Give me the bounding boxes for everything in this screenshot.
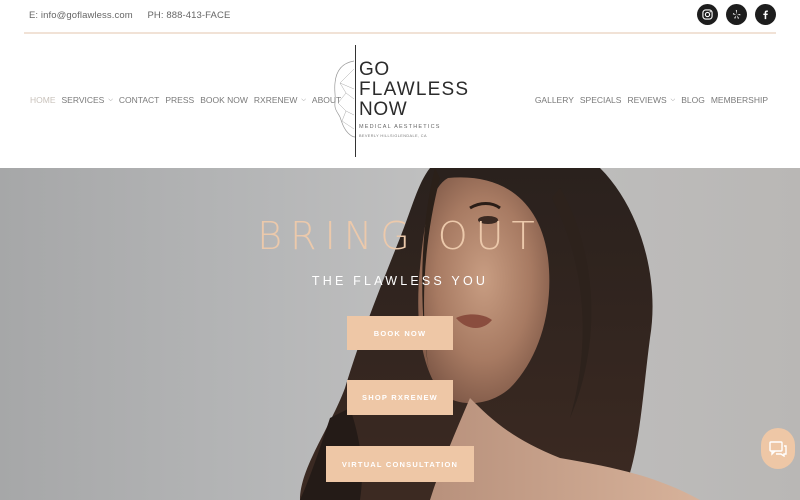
hero-subheadline: THE FLAWLESS YOU	[311, 274, 489, 288]
nav-item-reviews[interactable]: REVIEWS ⌵	[627, 95, 675, 105]
hero-banner: BRING OUT THE FLAWLESS YOU BOOK NOW SHOP…	[0, 168, 800, 500]
chat-button[interactable]	[761, 428, 795, 469]
facebook-icon	[763, 10, 768, 20]
nav-item-label: REVIEWS	[627, 95, 667, 105]
chevron-down-icon: ⌵	[670, 96, 676, 103]
logo-location: BEVERLY HILLS/GLENDALE, CA	[359, 134, 427, 138]
nav-item-label: HOME	[30, 95, 56, 105]
top-bar: E: info@goflawless.com PH: 888-413-FACE	[0, 0, 800, 34]
logo-line-3: NOW	[359, 99, 408, 120]
nav-item-label: BOOK NOW	[200, 95, 248, 105]
yelp-link[interactable]	[726, 4, 747, 25]
phone-link[interactable]: PH: 888-413-FACE	[147, 10, 230, 21]
logo-tagline: MEDICAL AESTHETICS	[359, 124, 441, 130]
email-link[interactable]: E: info@goflawless.com	[29, 10, 133, 21]
social-links	[697, 4, 776, 25]
nav-item-label: GALLERY	[534, 95, 574, 105]
nav-left: HOME SERVICES ⌵ CONTACT PRESS BOOK NOW RX…	[30, 95, 341, 105]
logo-line-1: GO	[359, 59, 390, 80]
shop-rxrenew-button[interactable]: SHOP RXRENEW	[347, 380, 453, 415]
yelp-icon	[732, 9, 741, 19]
instagram-icon	[702, 9, 713, 20]
nav-item-rxrenew[interactable]: RXRENEW ⌵	[254, 95, 306, 105]
logo-divider	[355, 45, 357, 157]
nav-item-label: SPECIALS	[579, 95, 622, 105]
chat-bubble-icon	[769, 440, 787, 457]
facebook-link[interactable]	[755, 4, 776, 25]
nav-item-home[interactable]: HOME	[30, 95, 56, 105]
nav-item-label: CONTACT	[118, 95, 160, 105]
logo-wordmark: GO FLAWLESS NOW MEDICAL AESTHETICS BEVER…	[359, 59, 470, 139]
nav-item-label: RXRENEW	[253, 95, 298, 105]
nav-item-specials[interactable]: SPECIALS	[580, 95, 622, 105]
book-now-button[interactable]: BOOK NOW	[347, 316, 453, 350]
hero-headline: BRING OUT	[257, 214, 543, 258]
face-outline-icon	[334, 60, 356, 138]
nav-right: GALLERY SPECIALS REVIEWS ⌵ BLOG MEMBERSHI…	[535, 95, 768, 105]
nav-item-gallery[interactable]: GALLERY	[535, 95, 574, 105]
nav-item-label: BLOG	[681, 95, 705, 105]
chevron-down-icon: ⌵	[301, 96, 306, 103]
instagram-link[interactable]	[697, 4, 718, 25]
nav-item-label: MEMBERSHIP	[710, 95, 768, 105]
chevron-down-icon: ⌵	[108, 96, 113, 103]
nav-item-press[interactable]: PRESS	[165, 95, 194, 105]
site-logo[interactable]: GO FLAWLESS NOW MEDICAL AESTHETICS BEVER…	[332, 45, 468, 158]
nav-item-book-now[interactable]: BOOK NOW	[200, 95, 248, 105]
contact-info: E: info@goflawless.com PH: 888-413-FACE	[29, 10, 242, 21]
nav-item-blog[interactable]: BLOG	[681, 95, 705, 105]
site-header: HOME SERVICES ⌵ CONTACT PRESS BOOK NOW RX…	[0, 34, 800, 168]
nav-item-label: SERVICES	[61, 95, 105, 105]
nav-item-contact[interactable]: CONTACT	[119, 95, 159, 105]
nav-item-membership[interactable]: MEMBERSHIP	[711, 95, 768, 105]
logo-line-2: FLAWLESS	[359, 79, 470, 100]
nav-item-label: PRESS	[165, 95, 195, 105]
nav-item-services[interactable]: SERVICES ⌵	[62, 95, 113, 105]
virtual-consultation-button[interactable]: VIRTUAL CONSULTATION	[326, 446, 474, 482]
